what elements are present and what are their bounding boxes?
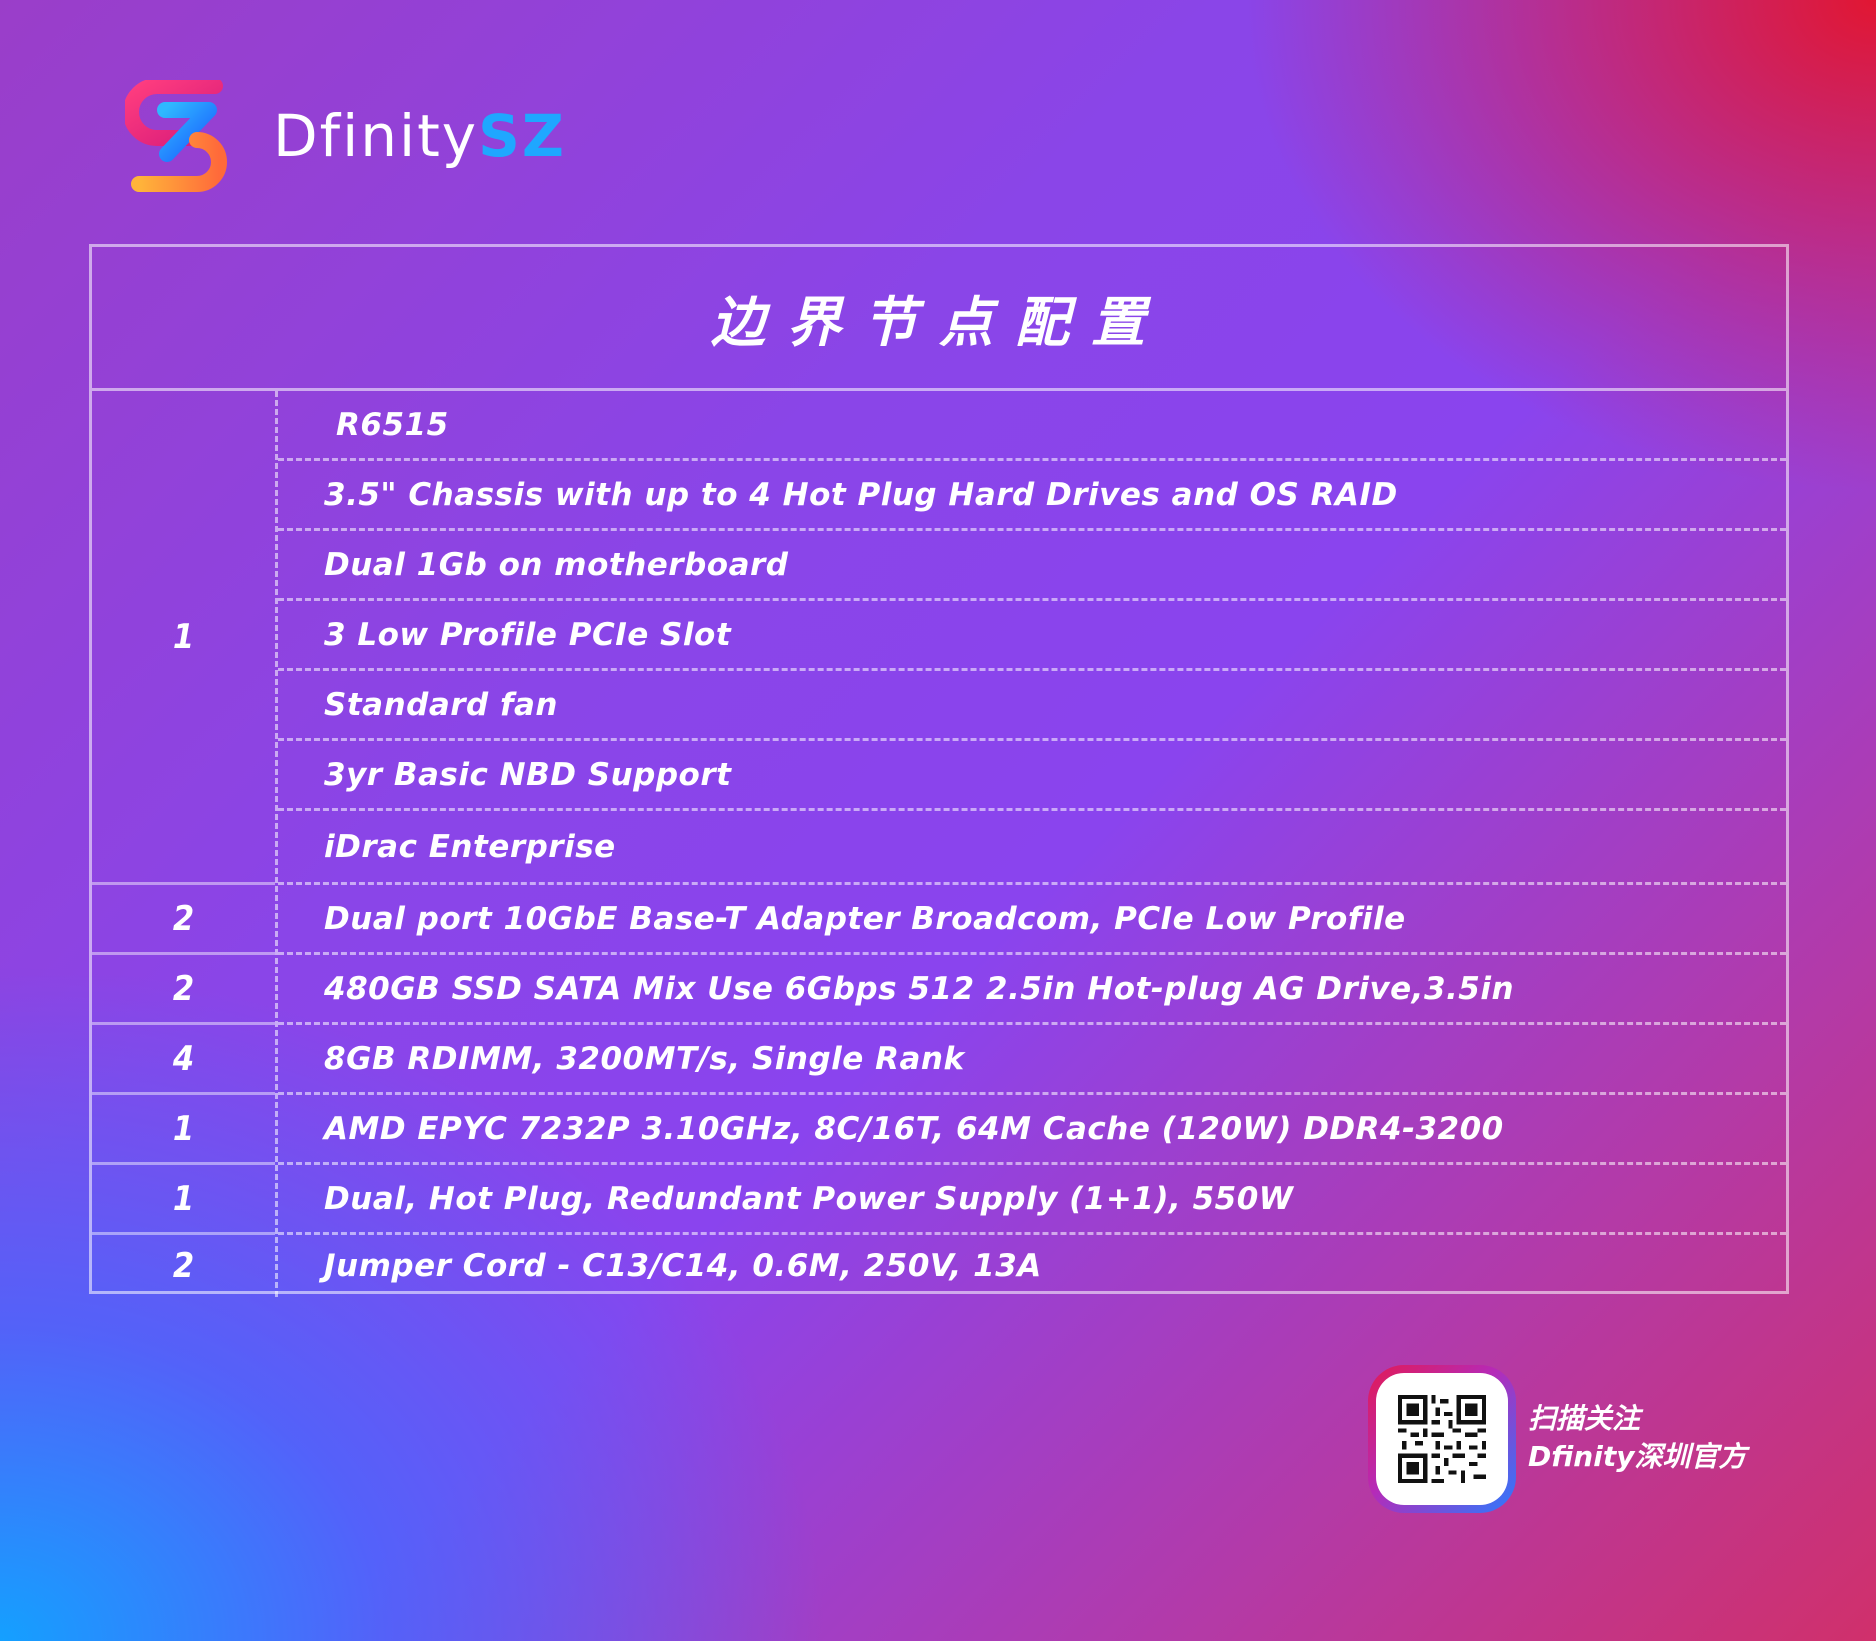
qty-cell: 4 (92, 1025, 275, 1095)
qr-caption-line2: Dfinity深圳官方 (1528, 1440, 1747, 1473)
item-cell: R6515 (278, 391, 1786, 461)
qr-code-frame[interactable] (1368, 1365, 1516, 1513)
sz-logo-icon (125, 80, 227, 192)
brand-name-suffix: SZ (478, 102, 566, 170)
qty-cell: 2 (172, 1246, 195, 1286)
item-cell: Dual, Hot Plug, Redundant Power Supply (… (278, 1165, 1786, 1235)
item-cell: Standard fan (278, 671, 1786, 741)
brand-name: DfinitySZ (273, 102, 566, 170)
item-cell: Jumper Cord - C13/C14, 0.6M, 250V, 13A (324, 1248, 1042, 1284)
item-cell: 480GB SSD SATA Mix Use 6Gbps 512 2.5in H… (278, 955, 1786, 1025)
item-cell: Dual port 10GbE Base-T Adapter Broadcom,… (278, 885, 1786, 955)
item-cell: 8GB RDIMM, 3200MT/s, Single Rank (278, 1025, 1786, 1095)
qr-code[interactable] (1376, 1373, 1508, 1505)
qr-code-icon (1398, 1395, 1486, 1483)
item-cell: iDrac Enterprise (278, 811, 1786, 885)
qr-caption-line1: 扫描关注 (1528, 1402, 1641, 1435)
brand-logo: DfinitySZ (125, 80, 625, 210)
qr-caption: 扫描关注 Dfinity深圳官方 (1528, 1400, 1746, 1476)
table-title: 边界节点配置 (711, 291, 1167, 354)
qty-cell: 1 (92, 1165, 275, 1235)
item-cell: AMD EPYC 7232P 3.10GHz, 8C/16T, 64M Cach… (278, 1095, 1786, 1165)
quantity-column: 1 2 2 4 1 1 2 (92, 391, 275, 1297)
config-table: 边界节点配置 1 2 2 4 1 1 2 R6515 3.5" Chassis … (89, 244, 1789, 1297)
qty-cell: 2 (92, 955, 275, 1025)
items-column: R6515 3.5" Chassis with up to 4 Hot Plug… (278, 391, 1786, 1297)
item-cell: 3 Low Profile PCIe Slot (278, 601, 1786, 671)
item-cell: 3.5" Chassis with up to 4 Hot Plug Hard … (278, 461, 1786, 531)
qty-cell: 1 (92, 1095, 275, 1165)
item-cell: Dual 1Gb on motherboard (278, 531, 1786, 601)
brand-name-prefix: Dfinity (273, 102, 479, 170)
table-title-row: 边界节点配置 (92, 247, 1786, 391)
qty-cell: 1 (92, 391, 275, 885)
qty-cell: 2 (92, 885, 275, 955)
item-cell: 3yr Basic NBD Support (278, 741, 1786, 811)
